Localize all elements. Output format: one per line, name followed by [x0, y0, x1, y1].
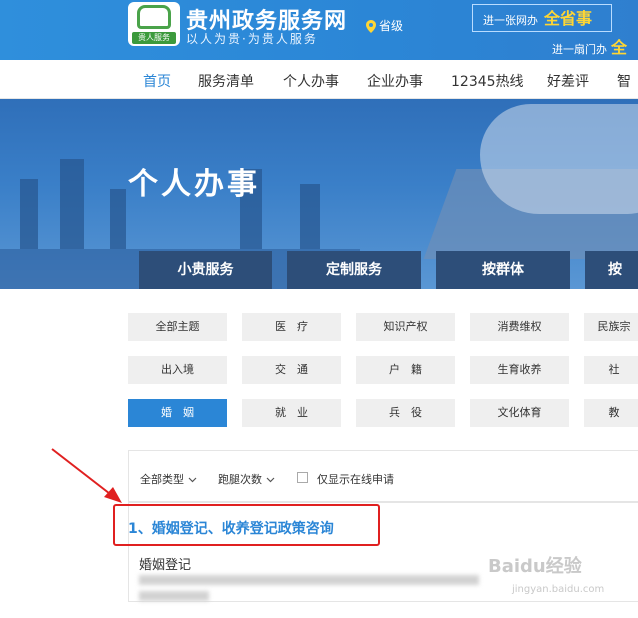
site-logo[interactable]: 贵人服务: [128, 2, 180, 46]
topic-traffic[interactable]: 交 通: [242, 356, 341, 384]
building-shape: [20, 179, 38, 249]
online-only-checkbox[interactable]: [297, 472, 308, 483]
baidu-watermark-url: jingyan.baidu.com: [512, 584, 605, 595]
nav-item-review[interactable]: 好差评: [547, 71, 589, 91]
promo2-emph: 全: [611, 38, 628, 57]
topic-ip[interactable]: 知识产权: [356, 313, 455, 341]
promo1-prefix: 进一张网办: [483, 14, 538, 27]
topic-medical[interactable]: 医 疗: [242, 313, 341, 341]
location-pin-icon: [366, 20, 376, 33]
topic-employment[interactable]: 就 业: [242, 399, 341, 427]
nav-item-enterprise[interactable]: 企业办事: [367, 71, 423, 91]
promo-banner-one-network[interactable]: 进一张网办 全省事: [472, 4, 612, 32]
hands-image: [480, 104, 638, 214]
topic-military[interactable]: 兵 役: [356, 399, 455, 427]
nav-item-hotline[interactable]: 12345热线: [451, 71, 524, 91]
logo-tag: 贵人服务: [132, 32, 176, 44]
logo-emblem-icon: [137, 5, 171, 29]
topic-all[interactable]: 全部主题: [128, 313, 227, 341]
blurred-text: [139, 575, 479, 585]
tab-xiaogui-service[interactable]: 小贵服务: [139, 251, 272, 289]
tab-by-more[interactable]: 按: [585, 251, 638, 289]
region-label: 省级: [379, 19, 404, 33]
topic-entry-exit[interactable]: 出入境: [128, 356, 227, 384]
topic-household[interactable]: 户 籍: [356, 356, 455, 384]
chevron-down-icon: [188, 477, 196, 483]
nav-item-personal[interactable]: 个人办事: [283, 71, 339, 91]
hero-banner: 个人办事 小贵服务 定制服务 按群体 按: [0, 99, 638, 289]
site-slogan: 以人为贵·为贵人服务: [186, 32, 318, 46]
building-shape: [60, 159, 84, 249]
nav-item-service-list[interactable]: 服务清单: [198, 71, 254, 91]
result-sub-item[interactable]: 婚姻登记: [139, 554, 191, 573]
filter-all-types[interactable]: 全部类型: [140, 471, 197, 487]
filter-visits[interactable]: 跑腿次数: [218, 471, 275, 487]
topic-social[interactable]: 社: [584, 356, 638, 384]
topic-ethnic-religion[interactable]: 民族宗: [584, 313, 638, 341]
main-nav: 首页 服务清单 个人办事 企业办事 12345热线 好差评 智: [0, 60, 638, 99]
online-only-label: 仅显示在线申请: [317, 473, 394, 486]
blurred-text: [139, 591, 209, 601]
promo-banner-one-door[interactable]: 进一扇门办全: [552, 34, 627, 58]
topic-culture-sports[interactable]: 文化体育: [470, 399, 569, 427]
page-title: 个人办事: [128, 167, 260, 202]
nav-item-smart[interactable]: 智: [617, 71, 631, 91]
site-header: 贵人服务 贵州政务服务网 以人为贵·为贵人服务 省级 进一张网办 全省事 进一扇门…: [0, 0, 638, 60]
promo2-prefix: 进一扇门办: [552, 43, 607, 56]
topic-marriage[interactable]: 婚 姻: [128, 399, 227, 427]
tab-custom-service[interactable]: 定制服务: [287, 251, 421, 289]
filter-bar: 全部类型 跑腿次数 仅显示在线申请: [128, 450, 638, 502]
building-shape: [300, 184, 320, 249]
nav-item-home[interactable]: 首页: [143, 71, 171, 91]
filter-visits-label: 跑腿次数: [218, 473, 262, 486]
promo1-emph: 全省事: [544, 9, 593, 28]
topic-education[interactable]: 教: [584, 399, 638, 427]
chevron-down-icon: [266, 477, 274, 483]
topic-consumer-rights[interactable]: 消费维权: [470, 313, 569, 341]
baidu-watermark: Baidu经验: [488, 556, 582, 577]
topic-birth-adoption[interactable]: 生育收养: [470, 356, 569, 384]
filter-all-types-label: 全部类型: [140, 473, 184, 486]
tab-by-group[interactable]: 按群体: [436, 251, 570, 289]
region-selector[interactable]: 省级: [366, 17, 403, 34]
red-highlight-box: [113, 504, 380, 546]
building-shape: [110, 189, 126, 249]
